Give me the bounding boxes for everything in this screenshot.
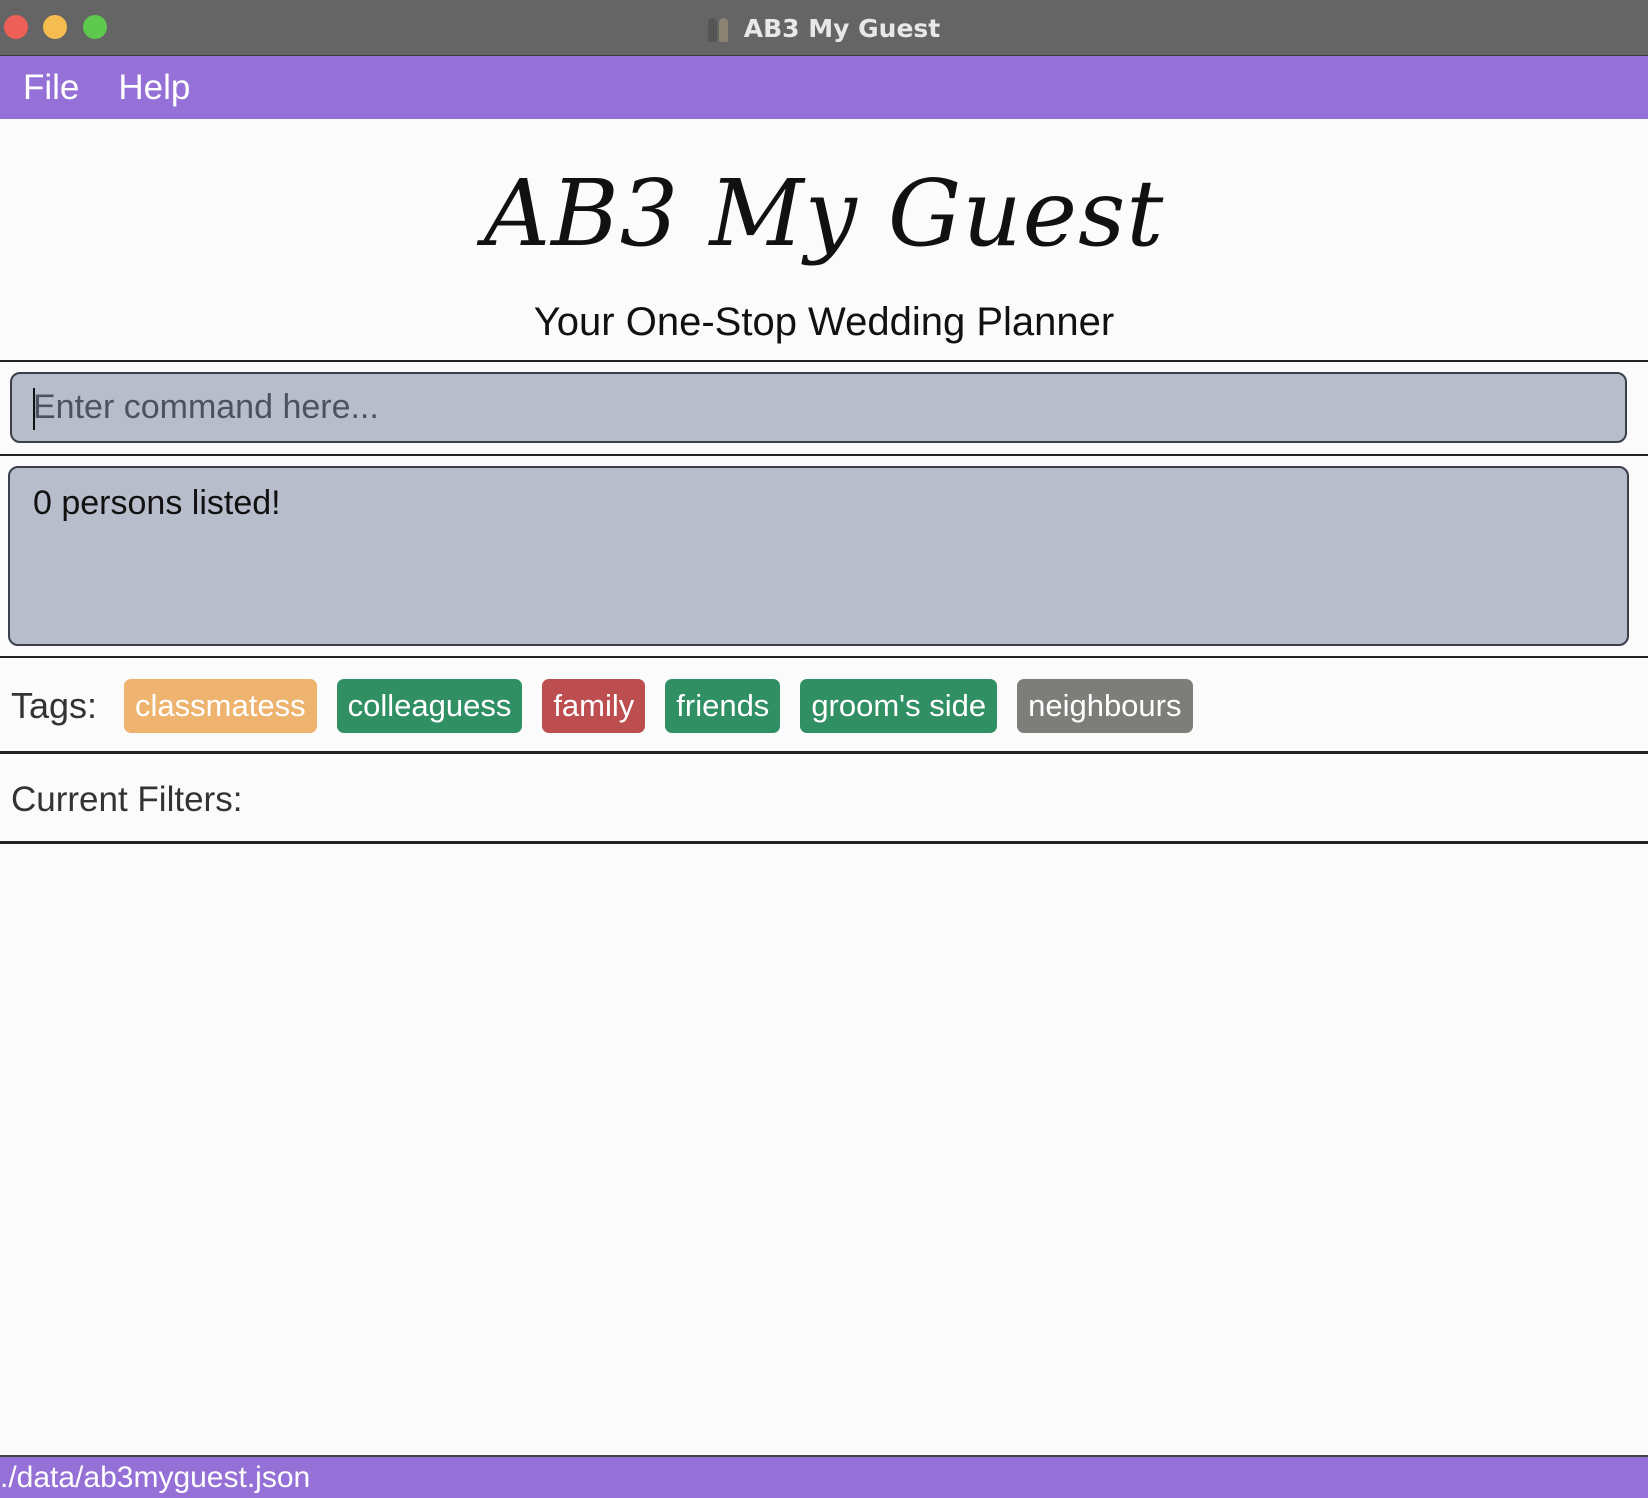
tag-classmatess[interactable]: classmatess xyxy=(124,679,317,733)
status-bar: ./data/ab3myguest.json xyxy=(0,1455,1648,1498)
window-title-bar: AB3 My Guest xyxy=(0,0,1648,56)
divider xyxy=(0,841,1648,844)
divider xyxy=(0,656,1648,658)
app-subtitle: Your One-Stop Wedding Planner xyxy=(533,300,1115,344)
command-input[interactable] xyxy=(12,374,1625,441)
divider xyxy=(0,751,1648,754)
result-message: 0 persons listed! xyxy=(33,484,281,522)
tag-family[interactable]: family xyxy=(542,679,646,733)
tag-grooms-side[interactable]: groom's side xyxy=(800,679,998,733)
command-box[interactable] xyxy=(10,372,1627,443)
tags-label: Tags: xyxy=(11,685,98,726)
window-title: AB3 My Guest xyxy=(0,0,1648,56)
app-title: AB3 My Guest xyxy=(483,160,1165,267)
tag-friends[interactable]: friends xyxy=(665,679,781,733)
tags-row: Tags: classmatess colleaguess family fri… xyxy=(0,678,1648,734)
window-title-text: AB3 My Guest xyxy=(743,13,941,43)
data-file-path: ./data/ab3myguest.json xyxy=(0,1461,311,1494)
tag-colleaguess[interactable]: colleaguess xyxy=(336,679,523,733)
tag-neighbours[interactable]: neighbours xyxy=(1017,679,1193,733)
couple-icon xyxy=(707,14,732,42)
divider xyxy=(0,360,1648,362)
result-display: 0 persons listed! xyxy=(8,466,1629,646)
current-filters-label: Current Filters: xyxy=(11,780,243,819)
menu-file[interactable]: File xyxy=(23,68,79,108)
menu-help[interactable]: Help xyxy=(118,68,190,108)
divider xyxy=(0,454,1648,456)
text-caret xyxy=(33,388,35,430)
menu-bar: File Help xyxy=(0,56,1648,119)
